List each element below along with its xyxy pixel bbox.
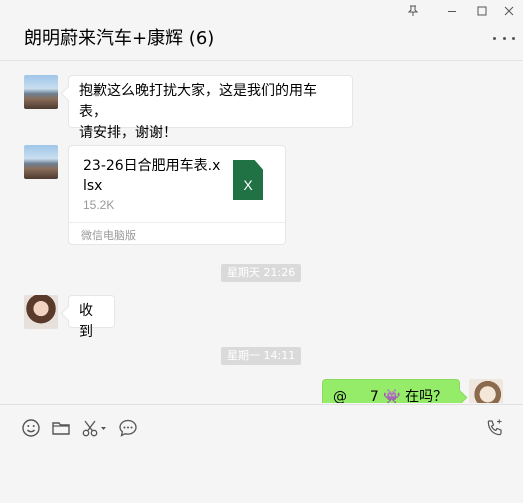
minimize-icon[interactable] [442, 3, 462, 19]
message-text: 在吗？ [405, 389, 448, 403]
file-source-label: 微信电脑版 [81, 230, 136, 242]
close-icon[interactable] [499, 3, 519, 19]
input-toolbar [0, 404, 523, 503]
mention-symbol: @ [333, 389, 347, 403]
sent-message-bubble[interactable]: @ 7 👾 在吗？ [322, 379, 460, 403]
message-text: 收到 [79, 303, 93, 340]
folder-icon[interactable] [50, 417, 72, 439]
avatar[interactable] [24, 145, 58, 179]
divider [69, 222, 285, 223]
message-list[interactable]: 抱歉这么晚打扰大家，这是我们的用车表， 请安排，谢谢！ 23-26日合肥用车表.… [0, 61, 523, 403]
timestamp: 星期天 21:26 [221, 264, 302, 282]
emoji-icon[interactable] [20, 417, 42, 439]
file-size: 15.2K [83, 198, 115, 212]
timestamp: 星期一 14:11 [221, 347, 302, 365]
space-invader-emoji: 👾 [383, 389, 401, 403]
chat-title: 朗明蔚来汽车+康辉 (6) [24, 28, 215, 49]
maximize-icon[interactable] [472, 3, 492, 19]
chat-history-icon[interactable] [117, 417, 139, 439]
scissors-icon[interactable] [80, 417, 110, 439]
voice-call-icon[interactable] [484, 417, 506, 439]
message-bubble[interactable]: 抱歉这么晚打扰大家，这是我们的用车表， 请安排，谢谢！ [68, 75, 353, 141]
avatar[interactable] [469, 379, 503, 403]
message-bubble[interactable]: 收到 [68, 295, 115, 340]
file-message-card[interactable]: 23-26日合肥用车表.xlsx 15.2K X 微信电脑版 [68, 145, 286, 245]
title-bar: 朗明蔚来汽车+康辉 (6) [0, 0, 523, 61]
pin-icon[interactable] [403, 3, 423, 19]
mention-name: 7 [369, 389, 379, 403]
more-icon[interactable] [493, 30, 515, 46]
file-name: 23-26日合肥用车表.xlsx [83, 158, 221, 194]
message-text-line: 抱歉这么晚打扰大家，这是我们的用车表， [79, 83, 317, 120]
excel-file-icon: X [233, 160, 263, 200]
avatar[interactable] [24, 75, 58, 109]
message-text-line: 请安排，谢谢！ [79, 125, 177, 141]
avatar[interactable] [24, 295, 58, 329]
